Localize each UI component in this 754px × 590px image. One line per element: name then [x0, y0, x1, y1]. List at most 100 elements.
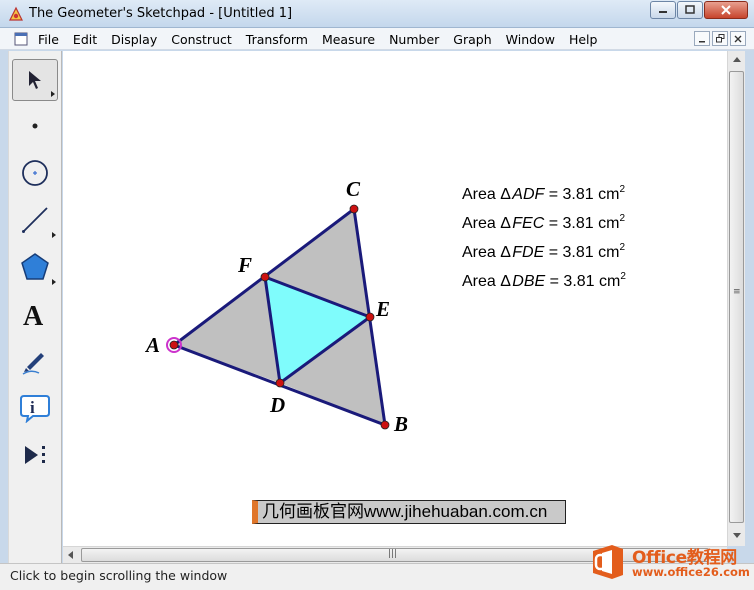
text-tool-button[interactable]: A: [12, 293, 58, 335]
measurement-area-fec[interactable]: Area Δ FEC = 3.81 cm2: [462, 213, 625, 233]
custom-tool-button[interactable]: [12, 434, 58, 476]
minimize-button[interactable]: [650, 1, 676, 19]
triangle-symbol: Δ: [500, 244, 511, 261]
menu-help[interactable]: Help: [569, 32, 598, 47]
measurement-area-dbe[interactable]: Area Δ DBE = 3.81 cm2: [462, 271, 626, 291]
information-icon: i: [20, 395, 50, 423]
menu-number[interactable]: Number: [389, 32, 439, 47]
tool-menu-indicator: [52, 232, 56, 238]
minimize-icon: [659, 11, 667, 13]
close-icon: [721, 5, 731, 15]
point-a[interactable]: [169, 340, 179, 350]
menu-graph[interactable]: Graph: [453, 32, 491, 47]
point-f[interactable]: [260, 272, 270, 282]
menu-window[interactable]: Window: [506, 32, 555, 47]
unit-exponent: 2: [620, 271, 626, 282]
triangle-name: DBE: [512, 273, 546, 290]
document-window-controls: [692, 31, 746, 46]
polygon-tool-icon: [21, 253, 49, 280]
maximize-button[interactable]: [677, 1, 703, 19]
toolbox: A i: [8, 51, 62, 563]
compass-tool-button[interactable]: [12, 152, 58, 194]
measure-prefix: Area: [462, 273, 501, 290]
tool-menu-indicator: [52, 279, 56, 285]
unit-exponent: 2: [619, 184, 625, 195]
measure-value: = 3.81 cm: [544, 186, 620, 203]
custom-tool-icon: [25, 446, 45, 464]
unit-exponent: 2: [619, 242, 625, 253]
window-controls: [649, 1, 748, 19]
triangle-symbol: Δ: [500, 215, 511, 232]
scroll-down-icon[interactable]: [733, 533, 741, 538]
menu-display[interactable]: Display: [111, 32, 157, 47]
doc-restore-button[interactable]: [712, 31, 728, 46]
vertical-scrollbar[interactable]: ≡: [727, 51, 745, 546]
status-text: Click to begin scrolling the window: [10, 568, 228, 583]
point-b[interactable]: [380, 420, 390, 430]
triangle-name: FEC: [512, 215, 545, 232]
label-c[interactable]: C: [346, 177, 360, 202]
label-d[interactable]: D: [270, 393, 285, 418]
geometry-figure: [166, 204, 390, 430]
menu-bar: File Edit Display Construct Transform Me…: [0, 28, 754, 50]
close-button[interactable]: [704, 1, 748, 19]
triangle-adf-fill[interactable]: [174, 277, 280, 383]
measure-value: = 3.81 cm: [544, 244, 620, 261]
triangle-symbol: Δ: [500, 273, 511, 290]
sketchpad-app-icon: [9, 6, 23, 21]
menu-file[interactable]: File: [38, 32, 59, 47]
straightedge-tool-icon: [22, 207, 48, 233]
close-icon: [734, 35, 742, 42]
svg-text:i: i: [30, 398, 35, 417]
restore-icon: [715, 34, 724, 43]
unit-exponent: 2: [619, 213, 625, 224]
maximize-icon: [685, 5, 695, 14]
measurement-area-adf[interactable]: Area Δ ADF = 3.81 cm2: [462, 184, 625, 204]
marker-tool-icon: [22, 353, 44, 375]
measure-prefix: Area: [462, 244, 501, 261]
triangle-symbol: Δ: [500, 186, 511, 203]
label-e[interactable]: E: [376, 297, 390, 322]
straightedge-tool-button[interactable]: [12, 199, 58, 241]
grip-icon: ≡: [733, 287, 741, 297]
document-icon[interactable]: [14, 32, 28, 46]
office-logo-icon: [593, 545, 623, 579]
sketch-canvas[interactable]: A B C D E F Area Δ ADF = 3.81 cm2 Area Δ…: [63, 51, 727, 546]
minimize-icon: [699, 40, 705, 42]
point-tool-button[interactable]: [12, 105, 58, 147]
point-c[interactable]: [349, 204, 359, 214]
window-title: The Geometer's Sketchpad - [Untitled 1]: [29, 6, 293, 21]
vertical-scroll-thumb[interactable]: ≡: [729, 71, 744, 523]
measure-value: = 3.81 cm: [545, 273, 621, 290]
label-a[interactable]: A: [146, 333, 160, 358]
grip-icon: |||: [388, 549, 398, 559]
point-d[interactable]: [275, 378, 285, 388]
marker-tool-button[interactable]: [12, 340, 58, 382]
tool-menu-indicator: [51, 91, 55, 97]
measure-prefix: Area: [462, 215, 501, 232]
information-tool-button[interactable]: i: [12, 387, 58, 429]
compass-tool-icon: [22, 160, 48, 186]
scroll-up-icon[interactable]: [733, 57, 741, 62]
label-f[interactable]: F: [238, 253, 252, 278]
doc-minimize-button[interactable]: [694, 31, 710, 46]
point-e[interactable]: [365, 312, 375, 322]
measurement-area-fde[interactable]: Area Δ FDE = 3.81 cm2: [462, 242, 625, 262]
polygon-tool-button[interactable]: [12, 246, 58, 288]
arrow-tool-icon: [29, 71, 41, 89]
menu-measure[interactable]: Measure: [322, 32, 375, 47]
text-tool-icon: A: [23, 301, 44, 328]
menu-transform[interactable]: Transform: [246, 32, 308, 47]
doc-close-button[interactable]: [730, 31, 746, 46]
office-url-text: www.office26.com: [632, 565, 750, 579]
menu-construct[interactable]: Construct: [171, 32, 232, 47]
arrow-tool-button[interactable]: [12, 59, 58, 101]
svg-text:A: A: [23, 301, 44, 328]
menu-edit[interactable]: Edit: [73, 32, 97, 47]
watermark-caption[interactable]: 几何画板官网www.jihehuaban.com.cn: [252, 500, 566, 524]
office-logo-overlay: Office教程网 www.office26.com: [588, 541, 754, 585]
menu-items: File Edit Display Construct Transform Me…: [38, 32, 611, 47]
measure-prefix: Area: [462, 186, 501, 203]
scroll-left-icon[interactable]: [68, 551, 73, 559]
label-b[interactable]: B: [394, 412, 408, 437]
